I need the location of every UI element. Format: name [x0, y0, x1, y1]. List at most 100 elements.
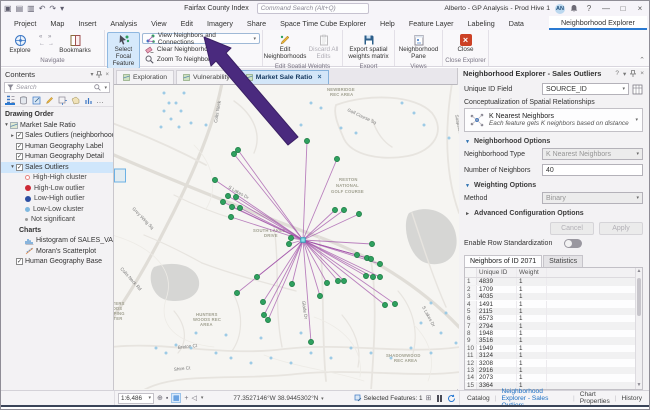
neighbor-point[interactable]: [368, 256, 373, 261]
neighbor-point[interactable]: [308, 339, 313, 344]
neighbor-point[interactable]: [286, 241, 291, 246]
table-row[interactable]: 1232081: [465, 359, 635, 366]
menu-tab-data[interactable]: Data: [502, 16, 531, 30]
table-row[interactable]: 1329161: [465, 367, 635, 374]
list-by-charts-icon[interactable]: [83, 95, 93, 105]
selected-features[interactable]: Selected Features: 1: [354, 394, 423, 402]
pause-drawing-button[interactable]: [437, 395, 443, 402]
list-by-data-source-icon[interactable]: [18, 95, 28, 105]
not-significant-point[interactable]: [455, 342, 458, 345]
map-canvas[interactable]: NEWBRIDGEREC AREARESTONNATIONALGOLF COUR…: [114, 85, 459, 389]
not-significant-point[interactable]: [401, 102, 404, 105]
bookmarks-button[interactable]: Bookmarks: [58, 32, 92, 57]
neighborhood-pane-button[interactable]: Neighborhood Pane: [397, 32, 440, 63]
attribute-table-icon[interactable]: ⊞: [426, 394, 432, 402]
scroll-up-icon[interactable]: ▲: [636, 268, 642, 275]
neighbor-point[interactable]: [212, 177, 217, 182]
not-significant-point[interactable]: [320, 107, 323, 110]
not-significant-point[interactable]: [260, 337, 263, 340]
not-significant-point[interactable]: [440, 332, 443, 335]
row-standardization-toggle[interactable]: [564, 239, 582, 248]
undo-icon[interactable]: ↶: [39, 4, 46, 13]
not-significant-point[interactable]: [300, 124, 303, 127]
not-significant-point[interactable]: [195, 332, 198, 335]
not-significant-point[interactable]: [178, 126, 181, 129]
neighbor-point[interactable]: [382, 302, 387, 307]
menu-tab-help[interactable]: Help: [373, 16, 402, 30]
neighbor-point[interactable]: [220, 199, 225, 204]
customize-icon[interactable]: ▾: [60, 4, 64, 13]
neighbor-point[interactable]: [377, 274, 382, 279]
neighbor-point[interactable]: [341, 207, 346, 212]
table-row[interactable]: 1019491: [465, 345, 635, 352]
redo-icon[interactable]: ↷: [49, 4, 56, 13]
table-scrollbar[interactable]: ▲ ▼: [635, 268, 642, 389]
tree-layer-human-geography-detail[interactable]: ✓Human Geography Detail: [1, 152, 113, 163]
neighbor-point[interactable]: [254, 274, 259, 279]
layer-checkbox[interactable]: ✓: [16, 132, 23, 139]
contents-search-input[interactable]: Search ▾: [4, 82, 110, 93]
table-row[interactable]: 727941: [465, 322, 635, 329]
neighbor-point[interactable]: [260, 299, 265, 304]
snapping-grid-icon[interactable]: ▦: [171, 393, 181, 403]
menu-tab-space-time-cube-explorer[interactable]: Space Time Cube Explorer: [273, 16, 373, 30]
menu-tab-labeling[interactable]: Labeling: [461, 16, 502, 30]
not-significant-point[interactable]: [330, 357, 333, 360]
add-data-icon[interactable]: +: [184, 395, 188, 402]
export-weights-button[interactable]: Export spatial weights matrix: [346, 32, 392, 63]
neighbor-point[interactable]: [225, 193, 230, 198]
menu-tab-project[interactable]: Project: [7, 16, 43, 30]
not-significant-point[interactable]: [430, 352, 433, 355]
tree-layer-sales-outliers[interactable]: ▾✓Sales Outliers: [1, 162, 113, 173]
neighbor-point[interactable]: [354, 252, 359, 257]
expander-icon[interactable]: ▸: [9, 133, 16, 139]
ribbon-collapse-icon[interactable]: ⌃: [639, 56, 645, 64]
neighbor-point[interactable]: [377, 261, 382, 266]
neighbor-point[interactable]: [392, 301, 397, 306]
zoom-to-neighborhood-button[interactable]: Zoom To Neighborhood: [142, 55, 260, 64]
menu-tab-share[interactable]: Share: [240, 16, 273, 30]
neighbor-point[interactable]: [228, 214, 233, 219]
menu-tab-neighborhood-explorer[interactable]: Neighborhood Explorer: [549, 16, 647, 30]
table-row[interactable]: 819481: [465, 330, 635, 337]
statusbar-chevron-icon[interactable]: ▾: [201, 395, 204, 401]
menu-tab-imagery[interactable]: Imagery: [200, 16, 240, 30]
neighborhood-type-select[interactable]: K Nearest Neighbors ▾: [542, 148, 643, 160]
not-significant-point[interactable]: [430, 302, 433, 305]
list-by-selection-icon[interactable]: [31, 95, 41, 105]
neighbor-point[interactable]: [317, 293, 322, 298]
not-significant-point[interactable]: [175, 102, 178, 105]
neighbor-point[interactable]: [370, 274, 375, 279]
tree-layer-sales-outliers-neighborhood[interactable]: ▸✓Sales Outliers (neighborhood): [1, 131, 113, 142]
search-options-chevron-icon[interactable]: ▾: [104, 85, 107, 91]
list-by-snapping-icon[interactable]: [57, 95, 67, 105]
not-significant-point[interactable]: [390, 357, 393, 360]
number-of-neighbors-input[interactable]: [542, 164, 643, 176]
table-row[interactable]: 521151: [465, 308, 635, 315]
neighbor-point[interactable]: [235, 147, 240, 152]
cancel-button[interactable]: Cancel: [550, 222, 594, 235]
tree-map-market-sale-ratio[interactable]: ▾Market Sale Ratio: [1, 120, 113, 131]
menu-tab-view[interactable]: View: [144, 16, 173, 30]
view-neighbors-dropdown[interactable]: View Neighbors and Connections ▾: [142, 33, 260, 44]
close-explorer-button[interactable]: × Close: [448, 32, 484, 56]
table-row[interactable]: 340351: [465, 293, 635, 300]
not-significant-point[interactable]: [300, 332, 303, 335]
neighbor-point[interactable]: [233, 194, 238, 199]
layer-checkbox[interactable]: ✓: [16, 153, 23, 160]
layer-visibility-icon[interactable]: ▪: [166, 395, 168, 402]
not-significant-point[interactable]: [163, 92, 166, 95]
not-significant-point[interactable]: [230, 357, 233, 360]
map-tab-market-sale-ratio[interactable]: Market Sale Ratio×: [239, 70, 329, 84]
close-window-button[interactable]: ×: [634, 4, 646, 13]
not-significant-point[interactable]: [420, 322, 423, 325]
layer-checkbox[interactable]: ✓: [16, 258, 23, 265]
neighbor-point[interactable]: [334, 156, 339, 161]
layer-checkbox[interactable]: ✓: [16, 164, 23, 171]
neighbor-point[interactable]: [237, 205, 242, 210]
not-significant-point[interactable]: [225, 334, 228, 337]
bottom-tab-history[interactable]: History: [618, 394, 645, 403]
field-table-icon[interactable]: [632, 84, 643, 95]
help-icon[interactable]: ?: [583, 4, 595, 13]
menu-tab-edit[interactable]: Edit: [174, 16, 200, 30]
